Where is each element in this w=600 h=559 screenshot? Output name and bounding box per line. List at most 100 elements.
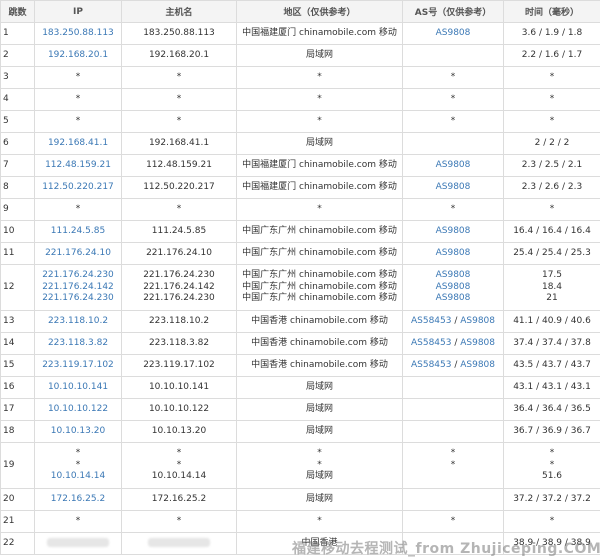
region-cell: 中国广东广州 chinamobile.com 移动: [236, 220, 403, 243]
table-row: 2 192.168.20.1 192.168.20.1 局域网 2.2 / 1.6 /…: [0, 44, 600, 67]
as-separator: /: [451, 315, 461, 326]
time-cell: *: [503, 88, 600, 111]
as-link[interactable]: AS9808: [436, 28, 471, 38]
time-cell: 43.5 / 43.7 / 43.7: [503, 354, 600, 377]
as-link[interactable]: AS9808: [436, 270, 471, 280]
host-text: 221.176.24.10: [146, 247, 212, 258]
time-text: 51.6: [541, 471, 563, 482]
time-cell: 36.4 / 36.4 / 36.5: [503, 398, 600, 421]
ip-cell: 112.50.220.217: [34, 176, 122, 199]
as-cell: [402, 420, 504, 443]
as-cell: AS58453 / AS9808: [402, 354, 504, 377]
time-text: 43.1 / 43.1 / 43.1: [513, 381, 591, 392]
as-link[interactable]: AS9808: [436, 160, 471, 170]
ip-link[interactable]: 221.176.24.230: [37, 270, 119, 282]
ip-link[interactable]: 10.10.10.122: [37, 404, 119, 416]
time-text: *: [549, 515, 555, 526]
as-link[interactable]: AS9808: [436, 226, 471, 236]
as-link[interactable]: AS9808: [436, 182, 471, 192]
time-text: *: [549, 93, 555, 104]
as-line: AS9808: [405, 28, 501, 40]
ip-link[interactable]: 192.168.41.1: [37, 138, 119, 150]
redacted-host: [148, 537, 210, 547]
host-cell: 111.24.5.85: [121, 220, 237, 243]
ip-link[interactable]: 172.16.25.2: [37, 494, 119, 506]
as-link[interactable]: AS9808: [436, 248, 471, 258]
host-cell: *: [121, 198, 237, 221]
as-line: *: [405, 94, 501, 106]
ip-link[interactable]: 183.250.88.113: [37, 28, 119, 40]
ip-link[interactable]: 10.10.14.14: [37, 471, 119, 483]
ip-link[interactable]: 10.10.10.141: [37, 382, 119, 394]
host-cell: 10.10.13.20: [121, 420, 237, 443]
hop-cell: 5: [0, 110, 35, 133]
as-link[interactable]: AS9808: [460, 316, 495, 326]
time-cell: 25.4 / 25.4 / 25.3: [503, 242, 600, 265]
ip-link[interactable]: 111.24.5.85: [37, 226, 119, 238]
as-link[interactable]: AS9808: [436, 293, 471, 303]
as-cell: AS9808: [402, 22, 504, 45]
as-line: *: [405, 72, 501, 84]
as-cell: *: [402, 110, 504, 133]
region-text: *: [317, 515, 322, 526]
column-header-host: 主机名: [121, 0, 237, 23]
as-cell: [402, 488, 504, 511]
region-text: *: [317, 115, 322, 126]
as-link[interactable]: AS58453: [411, 338, 452, 348]
ip-link[interactable]: 112.48.159.21: [37, 160, 119, 172]
ip-link[interactable]: 223.118.10.2: [37, 316, 119, 328]
hop-cell: 8: [0, 176, 35, 199]
as-link[interactable]: AS9808: [460, 338, 495, 348]
as-line: [405, 382, 501, 394]
ip-link[interactable]: 221.176.24.10: [37, 248, 119, 260]
ip-link[interactable]: 223.118.3.82: [37, 338, 119, 350]
host-cell: 172.16.25.2: [121, 488, 237, 511]
as-cell: [402, 44, 504, 67]
region-text: 中国广东广州 chinamobile.com 移动: [242, 293, 397, 304]
as-link[interactable]: AS58453: [411, 316, 452, 326]
host-text: 223.119.17.102: [143, 359, 215, 370]
table-row: 11 221.176.24.10 221.176.24.10 中国广东广州 china…: [0, 242, 600, 265]
as-placeholder: *: [450, 115, 456, 126]
hop-cell: 20: [0, 488, 35, 511]
hop-cell: 22: [0, 532, 35, 555]
table-row: 20 172.16.25.2 172.16.25.2 局域网 37.2 / 37.2 …: [0, 488, 600, 511]
hop-cell: 4: [0, 88, 35, 111]
region-text: 局域网: [305, 403, 333, 414]
ip-link[interactable]: 221.176.24.230: [37, 293, 119, 305]
ip-link[interactable]: 10.10.13.20: [37, 426, 119, 438]
ip-link[interactable]: 112.50.220.217: [37, 182, 119, 194]
table-row: 19 * * 10.10.14.14 * * 10.10.14.14 * * 局域网 * * * * 51…: [0, 442, 600, 489]
as-link[interactable]: AS9808: [460, 360, 495, 370]
as-cell: AS9808: [402, 242, 504, 265]
as-cell: * *: [402, 442, 504, 489]
ip-link[interactable]: 223.119.17.102: [37, 360, 119, 372]
as-cell: AS9808 AS9808 AS9808: [402, 264, 504, 311]
as-line: [405, 471, 501, 483]
as-line: *: [405, 448, 501, 460]
region-text: 中国广东广州 chinamobile.com 移动: [242, 247, 397, 258]
region-text: 局域网: [305, 137, 333, 148]
ip-cell: 221.176.24.230 221.176.24.142 221.176.24.2…: [34, 264, 122, 311]
host-cell: 192.168.20.1: [121, 44, 237, 67]
ip-link[interactable]: 192.168.20.1: [37, 50, 119, 62]
table-row: 10 111.24.5.85 111.24.5.85 中国广东广州 chinamobi…: [0, 220, 600, 243]
table-row: 17 10.10.10.122 10.10.10.122 局域网 36.4 / 36.…: [0, 398, 600, 421]
region-text: 中国香港 chinamobile.com 移动: [251, 359, 388, 370]
region-cell: 局域网: [236, 398, 403, 421]
region-cell: 中国福建厦门 chinamobile.com 移动: [236, 22, 403, 45]
ip-link[interactable]: 221.176.24.142: [37, 282, 119, 294]
as-cell: *: [402, 510, 504, 533]
host-text: *: [176, 459, 182, 470]
ip-cell: *: [34, 198, 122, 221]
ip-link: *: [75, 115, 81, 126]
ip-link: *: [75, 203, 81, 214]
as-link[interactable]: AS9808: [436, 282, 471, 292]
ip-cell: 223.118.3.82: [34, 332, 122, 355]
as-link[interactable]: AS58453: [411, 360, 452, 370]
time-text: 37.2 / 37.2 / 37.2: [513, 493, 591, 504]
column-header-time: 时间（毫秒）: [503, 0, 600, 23]
region-cell: 中国香港 chinamobile.com 移动: [236, 310, 403, 333]
as-cell: [402, 376, 504, 399]
table-row: 4 * * * * *: [0, 88, 600, 111]
